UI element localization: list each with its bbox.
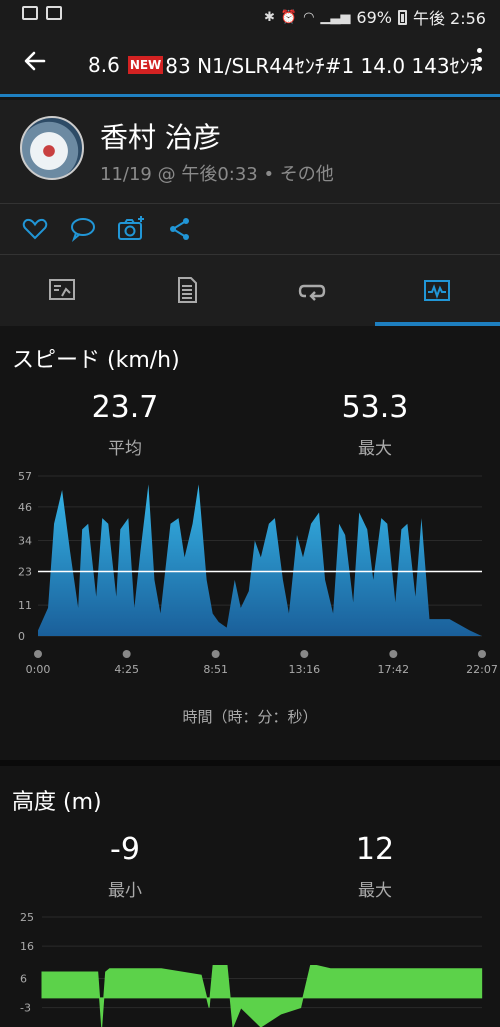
- comment-icon: [71, 218, 95, 243]
- tab-charts[interactable]: [375, 255, 500, 326]
- max-elevation-value: 12: [355, 832, 395, 867]
- map-summary-icon: [49, 279, 75, 300]
- tab-details[interactable]: [125, 255, 250, 326]
- signal-icon: ▁▃▅: [320, 9, 351, 25]
- share-icon: [170, 218, 189, 240]
- speed-x-tick-label: 22:07: [466, 663, 498, 676]
- speed-y-tick-label: 23: [18, 565, 32, 578]
- social-actions: [0, 204, 500, 255]
- x-tick-dot: [34, 650, 42, 658]
- min-elevation-value: -9: [110, 832, 140, 867]
- speed-x-axis-title: 時間（時：分：秒）: [182, 708, 318, 726]
- status-bar: ✱ ⏰ ◠ ▁▃▅ 69% 午後 2:56: [0, 0, 500, 30]
- speed-chart[interactable]: 0 11 23 34 46 57 0:00 4:25 8:51 13:16 17:42 22:07: [0, 466, 500, 686]
- user-name[interactable]: 香村 治彦: [100, 116, 221, 156]
- elevation-title: 高度 (m): [12, 790, 102, 815]
- new-badge: NEW: [127, 55, 164, 74]
- wifi-icon: ◠: [303, 9, 315, 25]
- title-suffix: 83 N1/SLR44ｾﾝﾁ#1 14.0 143ｾﾝﾁ: [165, 54, 480, 78]
- bluetooth-icon: ✱: [263, 9, 275, 25]
- elevation-section: 高度 (m) -9 最小 12 最大 -3 6 16 25: [0, 766, 500, 1027]
- more-options-button[interactable]: [474, 48, 484, 76]
- speed-x-tick-label: 17:42: [377, 663, 409, 676]
- x-tick-dot: [389, 650, 398, 658]
- tab-laps[interactable]: [250, 255, 375, 326]
- speed-x-tick-label: 8:51: [203, 663, 228, 676]
- elevation-y-tick-label: 6: [20, 972, 27, 985]
- elevation-y-tick-label: 25: [20, 911, 34, 924]
- heart-icon: [22, 218, 48, 240]
- max-elevation-label: 最大: [358, 881, 392, 901]
- camera-add-icon: [118, 216, 144, 240]
- max-speed-value: 53.3: [341, 390, 409, 425]
- max-speed-label: 最大: [358, 439, 392, 459]
- clock: 午後 2:56: [412, 9, 486, 28]
- speed-x-tick-label: 0:00: [26, 663, 51, 676]
- gallery-icon: [22, 6, 38, 20]
- min-elevation-label: 最小: [108, 881, 142, 901]
- speed-y-tick-label: 0: [18, 630, 25, 643]
- elevation-chart[interactable]: -3 6 16 25: [0, 907, 500, 1027]
- notification-icons: [22, 6, 62, 20]
- x-tick-dot: [211, 650, 220, 658]
- document-icon: [178, 277, 197, 303]
- sync-icon: [46, 6, 62, 20]
- speed-y-tick-label: 34: [18, 535, 32, 548]
- elevation-y-tick-label: 16: [20, 940, 34, 953]
- activity-title: 8.6 NEW 83 N1/SLR44ｾﾝﾁ#1 14.0 143ｾﾝﾁ: [88, 50, 480, 79]
- elevation-y-tick-label: -3: [20, 1002, 31, 1015]
- speed-y-tick-label: 11: [18, 599, 32, 612]
- battery-icon: [397, 9, 407, 25]
- tab-overview[interactable]: [0, 255, 125, 326]
- avg-speed-label: 平均: [108, 439, 142, 459]
- app-bar: 8.6 NEW 83 N1/SLR44ｾﾝﾁ#1 14.0 143ｾﾝﾁ: [0, 30, 500, 97]
- speed-x-tick-label: 13:16: [288, 663, 320, 676]
- speed-y-tick-label: 57: [18, 470, 32, 483]
- speed-section: スピード (km/h) 23.7 平均 53.3 最大 0 11 23 34 46 57 0…: [0, 326, 500, 760]
- speed-x-tick-label: 4:25: [114, 663, 139, 676]
- alarm-icon: ⏰: [280, 9, 298, 25]
- activity-header: 香村 治彦 11/19 @ 午後0:33 • その他: [0, 100, 500, 204]
- activity-tabs: [0, 255, 500, 326]
- speed-y-tick-label: 46: [18, 501, 32, 514]
- x-tick-dot: [300, 650, 309, 658]
- avg-speed-value: 23.7: [91, 390, 159, 425]
- loop-icon: [298, 284, 326, 301]
- share-button[interactable]: [165, 214, 195, 244]
- x-tick-dot: [122, 650, 131, 658]
- system-icons: ✱ ⏰ ◠ ▁▃▅ 69% 午後 2:56: [264, 5, 486, 29]
- chart-icon: [424, 280, 450, 301]
- add-photo-button[interactable]: [116, 214, 146, 244]
- speed-title: スピード (km/h): [12, 348, 180, 373]
- elevation-area: [41, 965, 483, 1027]
- x-tick-dot: [478, 650, 486, 658]
- avatar[interactable]: [20, 116, 84, 180]
- title-prefix: 8.6: [88, 52, 120, 77]
- battery-percent: 69%: [356, 7, 392, 27]
- comment-button[interactable]: [68, 214, 98, 244]
- like-button[interactable]: [20, 214, 50, 244]
- back-button[interactable]: [20, 46, 50, 76]
- activity-date: 11/19 @ 午後0:33 • その他: [100, 164, 334, 185]
- back-arrow-icon: [24, 51, 46, 71]
